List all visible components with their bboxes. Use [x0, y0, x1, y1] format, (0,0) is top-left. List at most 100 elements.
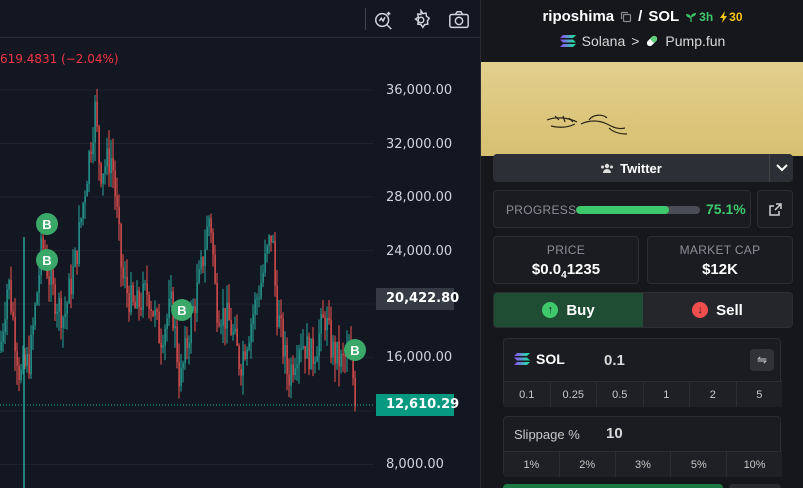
pair-separator: /: [638, 8, 643, 25]
candle-body: [110, 158, 112, 174]
twitter-button[interactable]: Twitter: [493, 154, 769, 182]
quick-amount-button[interactable]: 1: [643, 382, 690, 407]
candle-body: [218, 322, 220, 326]
candle-body: [308, 336, 310, 370]
candle-body: [280, 315, 282, 319]
candle-body: [184, 338, 186, 364]
secondary-action-button[interactable]: [729, 484, 781, 488]
candle-body: [84, 196, 86, 203]
candlestick-plot[interactable]: B B B B: [0, 38, 374, 488]
buy-marker[interactable]: B: [36, 213, 58, 235]
candle-body: [74, 250, 76, 267]
buy-label: Buy: [566, 301, 595, 319]
quick-amount-button[interactable]: 0.5: [597, 382, 644, 407]
tab-buy[interactable]: ↑ Buy: [494, 293, 643, 327]
candle-body: [202, 257, 204, 267]
slippage-card: Slippage % 10 1% 2% 3% 5% 10%: [503, 416, 782, 477]
quick-amount-button[interactable]: 0.1: [504, 382, 551, 407]
copy-icon[interactable]: [620, 11, 632, 23]
tab-sell[interactable]: ↓ Sell: [643, 293, 792, 327]
external-link-button[interactable]: [757, 190, 793, 228]
candle-body: [60, 297, 62, 328]
candle-body: [246, 349, 248, 359]
candle-body: [220, 325, 222, 327]
candle-body: [268, 235, 270, 246]
amount-input[interactable]: [604, 349, 734, 371]
candle-body: [56, 311, 58, 314]
candle-body: [326, 317, 328, 331]
candle-body: [102, 173, 104, 184]
slippage-option[interactable]: 5%: [671, 452, 728, 477]
quick-amount-button[interactable]: 0.25: [550, 382, 597, 407]
users-icon: [601, 163, 614, 173]
submit-trade-button[interactable]: [503, 484, 723, 488]
bonding-progress-card: PROGRESS 75.1%: [493, 190, 751, 228]
candle-body: [242, 351, 244, 376]
candle-body: [150, 308, 152, 311]
candle-body: [48, 276, 50, 285]
candle-body: [96, 101, 98, 127]
platform-link[interactable]: Pump.fun: [665, 33, 725, 49]
candle-body: [140, 307, 142, 310]
socials-dropdown[interactable]: Twitter: [493, 154, 793, 182]
chain-link[interactable]: Solana: [582, 33, 626, 49]
axis-tick: 16,000.00: [386, 350, 453, 365]
candle-body: [208, 218, 210, 227]
twitter-label: Twitter: [620, 160, 662, 176]
market-cap-value: $12K: [702, 261, 738, 278]
candle-body: [300, 348, 302, 350]
candle-body: [194, 306, 196, 314]
swap-units-button[interactable]: ⇋: [750, 349, 774, 371]
slippage-option[interactable]: 2%: [559, 452, 616, 477]
slippage-option[interactable]: 10%: [727, 452, 782, 477]
candle-body: [104, 166, 106, 174]
candle-body: [72, 266, 74, 295]
slippage-option[interactable]: 1%: [504, 452, 560, 477]
candle-body: [324, 317, 326, 331]
token-name: riposhima: [542, 8, 615, 25]
candle-body: [136, 290, 138, 309]
candle-body: [282, 318, 284, 357]
buy-marker[interactable]: B: [344, 339, 366, 361]
candle-body: [288, 374, 290, 386]
candle-body: [100, 163, 102, 184]
candle-body: [28, 354, 30, 375]
breadcrumb-separator: >: [631, 33, 640, 49]
candle-body: [70, 278, 72, 295]
candle-body: [78, 222, 80, 264]
axis-tick: 28,000.00: [386, 190, 453, 205]
screenshot-icon[interactable]: [448, 9, 470, 31]
candle-body: [290, 364, 292, 386]
price-axis[interactable]: 36,000.00 32,000.00 28,000.00 24,000.00 …: [374, 38, 480, 488]
last-price-tag: 12,610.29: [376, 394, 459, 416]
candle-body: [182, 363, 184, 369]
indicators-icon[interactable]: [373, 9, 395, 31]
boost-count: 30: [729, 9, 743, 24]
price-chart-pane[interactable]: 619.4831 (−2.04%) BBBB 36,000.00 32,000.…: [0, 0, 480, 488]
buy-marker[interactable]: B: [36, 249, 58, 271]
candle-body: [276, 285, 278, 327]
candle-body: [30, 334, 32, 375]
settings-icon[interactable]: [410, 8, 432, 31]
candle-body: [260, 282, 262, 298]
candle-body: [232, 331, 234, 335]
candle-body: [16, 351, 18, 366]
candle-body: [168, 298, 170, 319]
candle-body: [320, 314, 322, 334]
buy-marker[interactable]: B: [171, 299, 193, 321]
candle-body: [316, 356, 318, 362]
candle-body: [38, 275, 40, 293]
candle-body: [216, 282, 218, 323]
price-value: $0.041235: [531, 261, 601, 281]
chevron-down-icon[interactable]: [769, 154, 793, 182]
candle-body: [178, 361, 180, 387]
axis-tick: 32,000.00: [386, 137, 453, 152]
quick-amount-button[interactable]: 5: [736, 382, 782, 407]
token-side-panel: riposhima / SOL 3h 30 Solana > Pump.fun: [480, 0, 803, 488]
quick-amount-button[interactable]: 2: [690, 382, 737, 407]
slippage-option[interactable]: 3%: [615, 452, 672, 477]
slippage-input[interactable]: 10: [606, 425, 623, 442]
candle-body: [90, 151, 92, 155]
market-cap-card: MARKET CAP $12K: [647, 236, 793, 284]
lightning-icon: [720, 10, 728, 23]
